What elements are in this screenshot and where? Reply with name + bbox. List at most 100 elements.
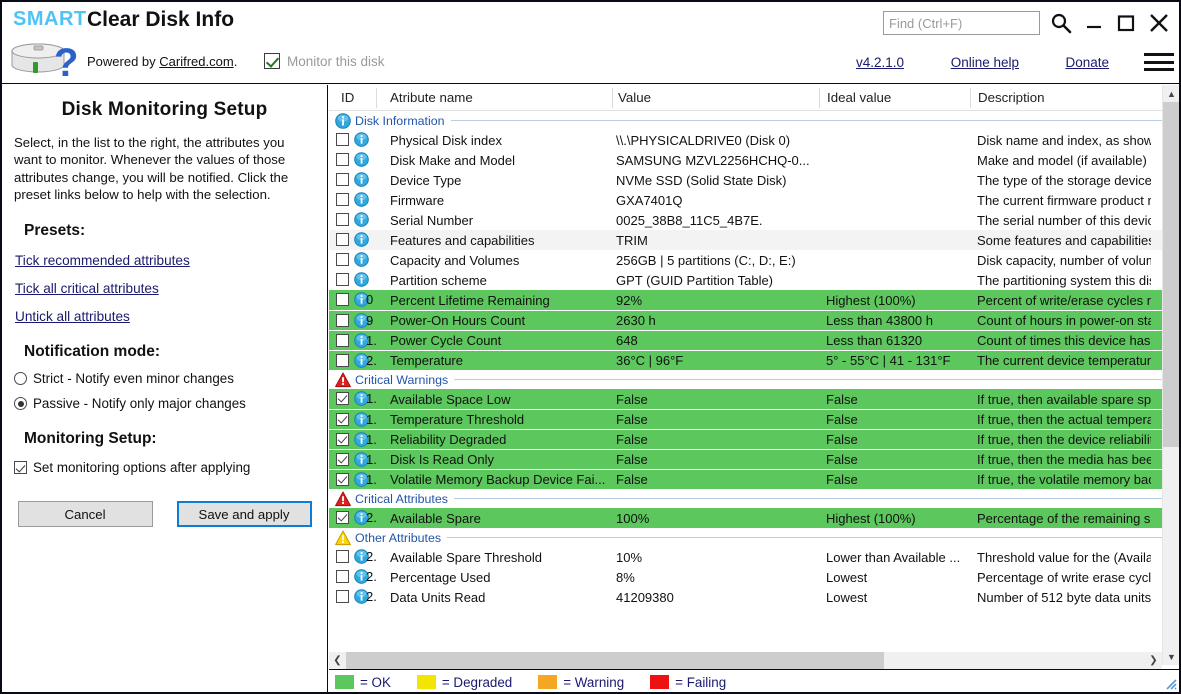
table-row[interactable]: 2. Data Units Read 41209380 Lowest Number of… <box>329 587 1179 607</box>
preset-tick-recommended[interactable]: Tick recommended attributes <box>15 253 190 268</box>
header-attribute[interactable]: Atribute name <box>390 90 473 105</box>
info-icon[interactable] <box>354 132 369 147</box>
table-row[interactable]: Firmware GXA7401Q The current firmware pro… <box>329 190 1179 210</box>
save-and-apply-button[interactable]: Save and apply <box>176 501 312 528</box>
carifred-link[interactable]: Carifred.com <box>159 54 233 69</box>
row-checkbox[interactable] <box>336 253 349 266</box>
table-row[interactable]: Capacity and Volumes 256GB | 5 partitions… <box>329 250 1179 270</box>
table-row[interactable]: 1. Disk Is Read Only False False If true, th… <box>329 449 1179 469</box>
table-row[interactable]: 1. Volatile Memory Backup Device Fai... Fa… <box>329 469 1179 489</box>
group-header: Critical Attributes <box>329 489 1179 508</box>
header-ideal-value[interactable]: Ideal value <box>827 90 891 105</box>
preset-untick-all[interactable]: Untick all attributes <box>15 309 130 324</box>
table-row[interactable]: 1. Power Cycle Count 648 Less than 61320 Cou… <box>329 330 1179 350</box>
monitor-this-disk-row[interactable]: Monitor this disk <box>264 53 385 69</box>
table-row[interactable]: 1. Reliability Degraded False False If true,… <box>329 429 1179 449</box>
vertical-scroll-thumb[interactable] <box>1163 102 1179 447</box>
table-row[interactable]: 2. Available Spare Threshold 10% Lower than… <box>329 547 1179 567</box>
info-icon[interactable] <box>354 232 369 247</box>
close-button[interactable] <box>1144 7 1174 39</box>
maximize-icon <box>1117 15 1135 32</box>
header-value[interactable]: Value <box>618 90 651 105</box>
radio-passive[interactable] <box>14 397 27 411</box>
row-checkbox[interactable] <box>336 511 349 524</box>
row-checkbox[interactable] <box>336 413 349 426</box>
scroll-right-icon[interactable]: ❯ <box>1145 652 1162 669</box>
table-row[interactable]: 2. Available Spare 100% Highest (100%) Perce… <box>329 508 1179 528</box>
scroll-up-icon[interactable]: ▲ <box>1163 85 1179 102</box>
disk-question-icon: ? <box>11 41 78 80</box>
row-checkbox[interactable] <box>336 153 349 166</box>
notification-option-strict[interactable]: Strict - Notify even minor changes <box>14 371 315 386</box>
scroll-left-icon[interactable]: ❮ <box>329 652 346 669</box>
table-row[interactable]: Partition scheme GPT (GUID Partition Tabl… <box>329 270 1179 290</box>
table-row[interactable]: 1. Temperature Threshold False False If true… <box>329 409 1179 429</box>
header-id[interactable]: ID <box>341 90 354 105</box>
row-checkbox[interactable] <box>336 433 349 446</box>
set-monitoring-options-checkbox[interactable] <box>14 461 27 475</box>
row-checkbox[interactable] <box>336 314 349 327</box>
row-checkbox[interactable] <box>336 570 349 583</box>
info-icon[interactable] <box>354 172 369 187</box>
vertical-scrollbar[interactable]: ▲ ▼ <box>1162 85 1179 665</box>
cell-description: Some features and capabilities s <box>977 232 1151 248</box>
row-checkbox[interactable] <box>336 473 349 486</box>
table-row[interactable]: Serial Number 0025_38B8_11C5_4B7E. The ser… <box>329 210 1179 230</box>
cell-description: Number of 512 byte data units th <box>977 589 1151 605</box>
header-description[interactable]: Description <box>978 90 1045 105</box>
table-row[interactable]: 2. Temperature 36°C | 96°F 5° - 55°C | 41 -… <box>329 350 1179 370</box>
hamburger-menu-icon[interactable] <box>1144 50 1174 74</box>
table-row[interactable]: 9 Power-On Hours Count 2630 h Less than 438… <box>329 310 1179 330</box>
row-checkbox[interactable] <box>336 293 349 306</box>
cell-value: False <box>616 391 648 407</box>
table-row[interactable]: Physical Disk index \\.\PHYSICALDRIVE0 (D… <box>329 130 1179 150</box>
search-button[interactable] <box>1046 7 1076 39</box>
table-row[interactable]: Features and capabilities TRIM Some featur… <box>329 230 1179 250</box>
row-checkbox[interactable] <box>336 550 349 563</box>
row-checkbox[interactable] <box>336 133 349 146</box>
set-monitoring-options-row[interactable]: Set monitoring options after applying <box>14 460 315 475</box>
table-row[interactable]: Disk Make and Model SAMSUNG MZVL2256HCHQ-… <box>329 150 1179 170</box>
row-checkbox[interactable] <box>336 453 349 466</box>
info-icon[interactable] <box>354 192 369 207</box>
row-checkbox[interactable] <box>336 173 349 186</box>
radio-strict[interactable] <box>14 372 27 386</box>
cell-value: GPT (GUID Partition Table) <box>616 272 774 288</box>
row-checkbox[interactable] <box>336 590 349 603</box>
maximize-button[interactable] <box>1111 7 1141 39</box>
table-row[interactable]: 1. Available Space Low False False If true, … <box>329 389 1179 409</box>
cell-description: If true, then the actual temperatu <box>977 412 1151 427</box>
horizontal-scrollbar[interactable]: ❮ ❯ <box>329 652 1162 669</box>
info-icon <box>354 172 369 187</box>
info-icon[interactable] <box>354 252 369 267</box>
scroll-down-icon[interactable]: ▼ <box>1163 648 1179 665</box>
monitor-this-disk-checkbox[interactable] <box>264 53 280 69</box>
cancel-button[interactable]: Cancel <box>17 501 153 528</box>
row-checkbox[interactable] <box>336 233 349 246</box>
resize-grip-icon[interactable] <box>1163 676 1177 690</box>
notification-option-passive[interactable]: Passive - Notify only major changes <box>14 396 315 411</box>
find-input[interactable] <box>883 11 1040 35</box>
row-checkbox[interactable] <box>336 193 349 206</box>
table-row[interactable]: Device Type NVMe SSD (Solid State Disk) Th… <box>329 170 1179 190</box>
row-checkbox[interactable] <box>336 213 349 226</box>
preset-tick-all-critical[interactable]: Tick all critical attributes <box>15 281 159 296</box>
cell-ideal-value: False <box>826 432 858 447</box>
row-checkbox[interactable] <box>336 273 349 286</box>
group-label: Critical Attributes <box>355 491 448 506</box>
info-icon[interactable] <box>354 272 369 287</box>
cell-value: \\.\PHYSICALDRIVE0 (Disk 0) <box>616 132 791 148</box>
minimize-button[interactable] <box>1079 7 1109 39</box>
version-link[interactable]: v4.2.1.0 <box>856 55 904 70</box>
table-row[interactable]: 2. Percentage Used 8% Lowest Percentage of w… <box>329 567 1179 587</box>
dialog-buttons: Cancel Save and apply <box>14 501 315 528</box>
table-row[interactable]: 0 Percent Lifetime Remaining 92% Highest (1… <box>329 290 1179 310</box>
info-icon[interactable] <box>354 152 369 167</box>
row-checkbox[interactable] <box>336 392 349 405</box>
row-checkbox[interactable] <box>336 354 349 367</box>
row-checkbox[interactable] <box>336 334 349 347</box>
info-icon[interactable] <box>354 212 369 227</box>
horizontal-scroll-thumb[interactable] <box>346 652 884 669</box>
donate-link[interactable]: Donate <box>1065 55 1109 70</box>
online-help-link[interactable]: Online help <box>951 55 1019 70</box>
